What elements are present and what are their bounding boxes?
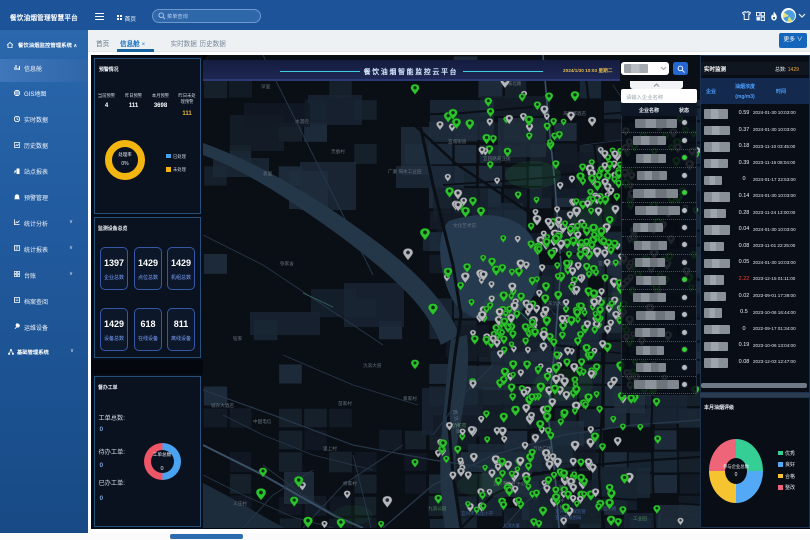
svg-text:广厦 阳木工业园: 广厦 阳木工业园 bbox=[388, 168, 422, 175]
svg-text:张家舍: 张家舍 bbox=[280, 260, 294, 267]
svg-text:义庄村: 义庄村 bbox=[233, 500, 247, 507]
svg-text:工业园: 工业园 bbox=[633, 515, 647, 522]
svg-text:九滨公园: 九滨公园 bbox=[428, 505, 447, 512]
svg-text:苗家村: 苗家村 bbox=[338, 400, 352, 407]
svg-text:无蚕村: 无蚕村 bbox=[331, 148, 345, 155]
svg-text:里上村: 里上村 bbox=[323, 445, 337, 451]
svg-text:钮家: 钮家 bbox=[233, 335, 243, 342]
svg-text:水漫兜: 水漫兜 bbox=[295, 118, 309, 125]
svg-text:文化艺术馆: 文化艺术馆 bbox=[453, 222, 476, 229]
svg-text:城东大酒店: 城东大酒店 bbox=[211, 402, 234, 409]
svg-text:桥家村: 桥家村 bbox=[343, 480, 357, 487]
svg-text:蒋家村: 蒋家村 bbox=[403, 395, 417, 402]
svg-text:宜城街道: 宜城街道 bbox=[448, 138, 467, 145]
svg-text:中国电信: 中国电信 bbox=[253, 418, 272, 425]
svg-text:氿滨大道: 氿滨大道 bbox=[363, 362, 382, 369]
svg-text:袁里: 袁里 bbox=[263, 170, 273, 177]
svg-text:九滨大厦: 九滨大厦 bbox=[503, 522, 520, 528]
svg-text:深里: 深里 bbox=[261, 83, 271, 90]
